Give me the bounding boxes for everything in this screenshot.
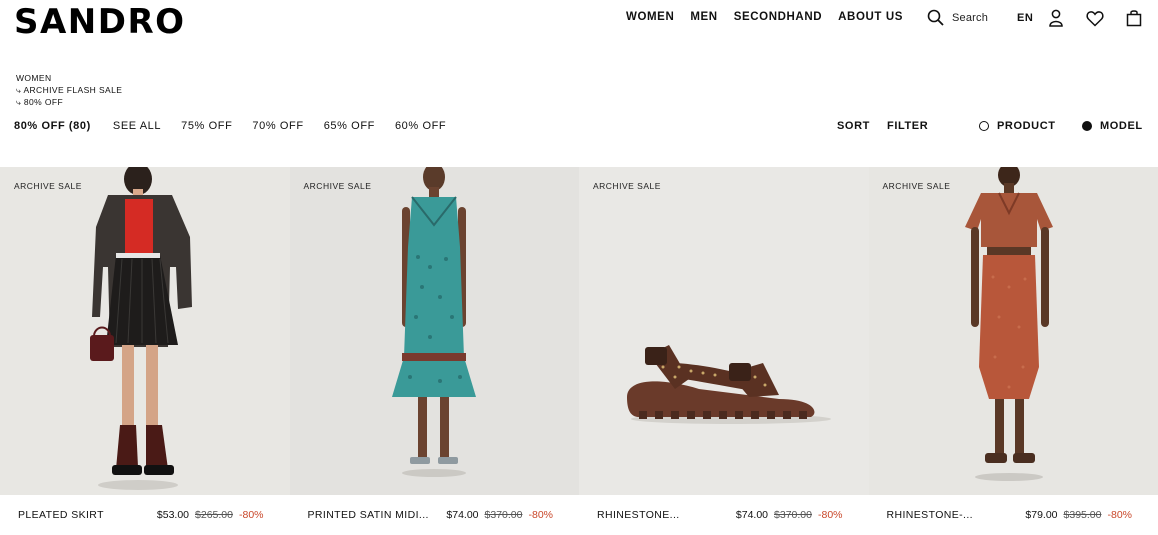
discount-badge: -80% [817,509,843,521]
discount-badge: -80% [528,509,553,521]
product-image[interactable]: ARCHIVE SALE [0,167,290,495]
bag-button[interactable] [1124,8,1144,28]
product-info[interactable]: RHINESTONE... $74.00 $370.00 -80% [579,495,869,535]
archive-sale-badge: ARCHIVE SALE [593,181,661,191]
radio-filled-icon [1082,121,1092,131]
account-button[interactable] [1046,8,1066,28]
product-prices: $79.00 $395.00 -80% [1025,509,1132,521]
view-product-option[interactable]: PRODUCT [979,120,1056,132]
breadcrumb: WOMEN ⤷ ARCHIVE FLASH SALE ⤷ 80% OFF [16,72,122,108]
product-card[interactable]: ARCHIVE SALE [0,167,290,535]
product-card[interactable]: ARCHIVE SALE RHINESTONE... $74.00 $370.0… [579,167,869,535]
sale-price: $74.00 [446,509,479,521]
discount-badge: -80% [1107,509,1132,521]
product-figure [579,167,869,495]
original-price: $370.00 [774,509,812,521]
product-prices: $74.00 $370.00 -80% [446,509,553,521]
filter-75-off[interactable]: 75% OFF [181,120,232,132]
product-info[interactable]: RHINESTONE-... $79.00 $395.00 -80% [869,495,1158,535]
view-model-option[interactable]: MODEL [1082,120,1143,132]
product-name[interactable]: PRINTED SATIN MIDI... [308,509,429,521]
nav-men[interactable]: MEN [690,11,717,23]
product-card[interactable]: ARCHIVE SALE [868,167,1158,535]
filter-80-off[interactable]: 80% OFF (80) [14,120,91,132]
product-info[interactable]: PLEATED SKIRT $53.00 $265.00 -80% [0,495,290,535]
product-image[interactable]: ARCHIVE SALE [868,167,1158,495]
search-label: Search [952,11,989,24]
product-grid: ARCHIVE SALE PLEATED SKIRT $53.00 $265.0… [0,167,1158,535]
archive-sale-badge: ARCHIVE SALE [303,181,372,191]
nav-secondhand[interactable]: SECONDHAND [734,11,822,23]
product-image[interactable]: ARCHIVE SALE [579,167,869,495]
discount-filters: 80% OFF (80) SEE ALL 75% OFF 70% OFF 65%… [14,120,466,132]
product-name[interactable]: PLEATED SKIRT [18,509,104,521]
user-icon [1049,9,1063,27]
sort-button[interactable]: SORT [837,120,870,132]
sale-price: $74.00 [735,509,769,521]
original-price: $370.00 [484,509,523,521]
model-figure [0,167,290,495]
filter-button[interactable]: FILTER [887,120,928,132]
discount-badge: -80% [238,509,264,521]
breadcrumb-item[interactable]: ⤷ ARCHIVE FLASH SALE [16,84,122,96]
archive-sale-badge: ARCHIVE SALE [14,181,82,191]
product-prices: $53.00 $265.00 -80% [157,509,264,521]
view-model-label: MODEL [1100,120,1143,132]
archive-sale-badge: ARCHIVE SALE [882,181,951,191]
model-figure [289,167,579,495]
main-nav: WOMEN MEN SECONDHAND ABOUT US [626,11,903,23]
product-card[interactable]: ARCHIVE SALE [289,167,580,535]
language-selector[interactable]: EN [1017,12,1033,24]
original-price: $395.00 [1063,509,1102,521]
nav-about-us[interactable]: ABOUT US [838,11,903,23]
view-product-label: PRODUCT [997,120,1056,132]
radio-empty-icon [979,121,989,131]
product-prices: $74.00 $370.00 -80% [736,509,843,521]
product-info[interactable]: PRINTED SATIN MIDI... $74.00 $370.00 -80… [290,495,580,535]
bag-icon [1126,10,1142,27]
heart-icon [1086,10,1104,27]
model-figure [868,167,1158,495]
breadcrumb-item[interactable]: WOMEN [16,72,122,84]
product-image[interactable]: ARCHIVE SALE [289,167,579,495]
sale-price: $79.00 [1025,509,1058,521]
nav-women[interactable]: WOMEN [626,11,674,23]
breadcrumb-item[interactable]: ⤷ 80% OFF [16,96,122,108]
product-name[interactable]: RHINESTONE... [597,509,680,521]
filter-60-off[interactable]: 60% OFF [395,120,446,132]
filter-see-all[interactable]: SEE ALL [113,120,161,132]
brand-logo[interactable]: SANDRO [14,4,186,40]
search-icon [927,9,944,26]
filter-70-off[interactable]: 70% OFF [252,120,303,132]
search-button[interactable]: Search [927,9,988,26]
product-name[interactable]: RHINESTONE-... [887,509,974,521]
wishlist-button[interactable] [1085,8,1105,28]
filter-65-off[interactable]: 65% OFF [324,120,375,132]
original-price: $265.00 [195,509,233,521]
sale-price: $53.00 [156,509,190,521]
